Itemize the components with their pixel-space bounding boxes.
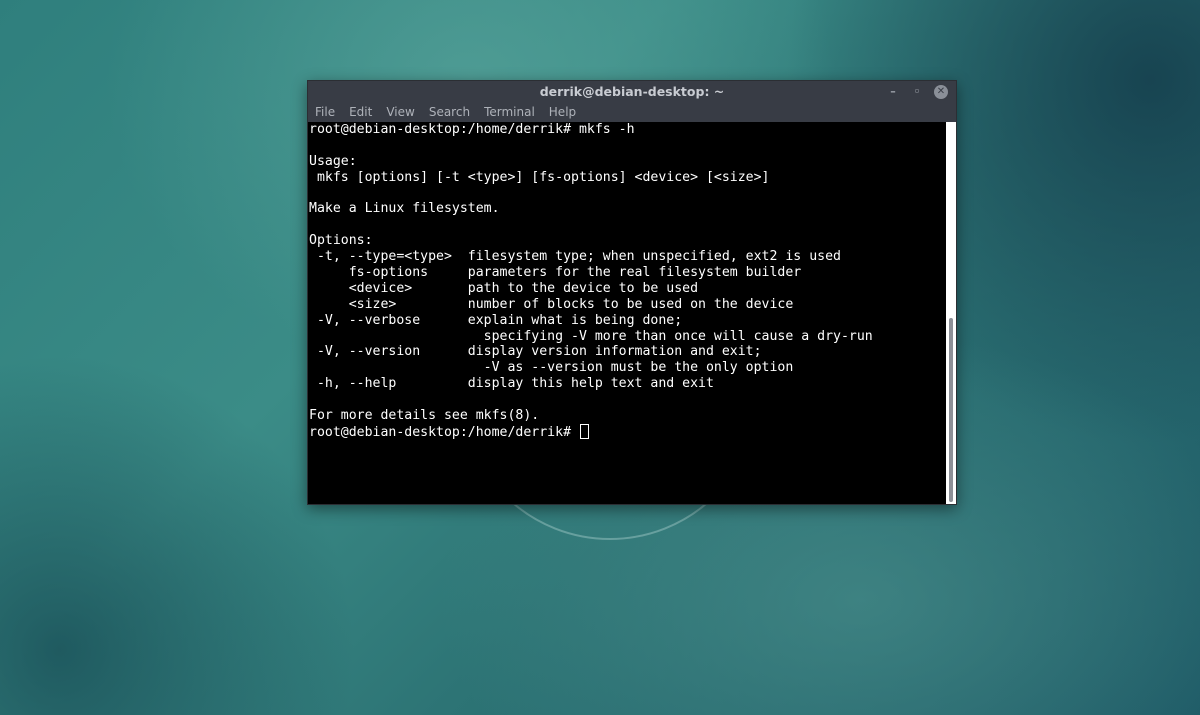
terminal-line: fs-options parameters for the real files…	[309, 265, 802, 281]
terminal-line: <size> number of blocks to be used on th…	[309, 296, 794, 312]
window-title: derrik@debian-desktop: ~	[539, 84, 725, 99]
terminal-line: For more details see mkfs(8).	[309, 408, 540, 424]
terminal-line: root@debian-desktop:/home/derrik# mkfs -…	[309, 122, 635, 137]
terminal-line: <device> path to the device to be used	[309, 280, 699, 296]
scrollbar[interactable]	[946, 122, 956, 504]
terminal-prompt-line[interactable]: root@debian-desktop:/home/derrik#	[309, 423, 946, 440]
menu-view[interactable]: View	[386, 102, 414, 122]
terminal-line: -V, --verbose explain what is being done…	[309, 312, 683, 328]
menu-file[interactable]: File	[315, 102, 335, 122]
terminal-window[interactable]: derrik@debian-desktop: ~ – ◦ ✕ File Edit…	[307, 80, 957, 505]
terminal-line: -V as --version must be the only option	[309, 360, 794, 376]
window-controls: – ◦ ✕	[886, 83, 948, 100]
terminal-line: -V, --version display version informatio…	[309, 344, 762, 360]
terminal-output[interactable]: root@debian-desktop:/home/derrik# mkfs -…	[308, 122, 946, 504]
text-cursor	[579, 423, 589, 439]
menu-terminal[interactable]: Terminal	[484, 102, 535, 122]
terminal-line: -h, --help display this help text and ex…	[309, 376, 714, 392]
menu-help[interactable]: Help	[549, 102, 576, 122]
menu-search[interactable]: Search	[429, 102, 470, 122]
close-icon[interactable]: ✕	[934, 84, 948, 99]
menu-edit[interactable]: Edit	[349, 102, 372, 122]
maximize-icon[interactable]: ◦	[910, 85, 924, 99]
menubar: File Edit View Search Terminal Help	[308, 102, 956, 122]
window-titlebar[interactable]: derrik@debian-desktop: ~ – ◦ ✕	[308, 81, 956, 102]
minimize-icon[interactable]: –	[886, 85, 900, 99]
terminal-prompt: root@debian-desktop:/home/derrik#	[309, 424, 579, 440]
terminal-line: specifying -V more than once will cause …	[309, 328, 873, 344]
terminal-line: Options:	[309, 233, 373, 249]
terminal-line: Usage:	[309, 153, 357, 169]
terminal-line: mkfs [options] [-t <type>] [fs-options] …	[309, 169, 770, 185]
scrollbar-thumb[interactable]	[949, 318, 953, 502]
terminal-line: -t, --type=<type> filesystem type; when …	[309, 249, 841, 265]
terminal-line: Make a Linux filesystem.	[309, 201, 500, 217]
